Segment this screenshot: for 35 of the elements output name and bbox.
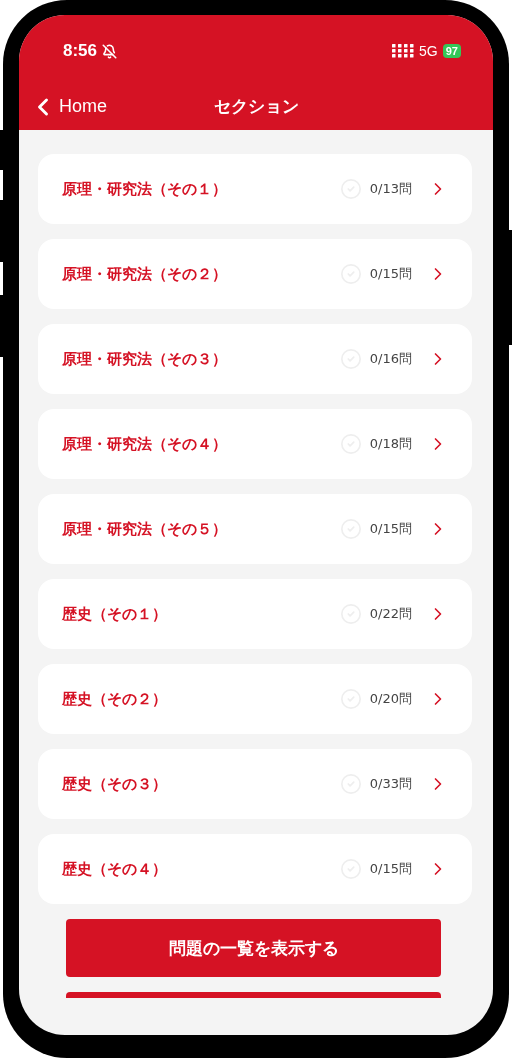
page-title: セクション <box>213 95 299 118</box>
section-title: 歴史（その２） <box>62 689 168 709</box>
section-title: 歴史（その３） <box>62 774 168 794</box>
section-item[interactable]: 歴史（その４） 0/15問 <box>38 834 472 904</box>
question-count: 0/13問 <box>369 180 412 198</box>
section-title: 歴史（その１） <box>62 604 168 624</box>
section-item[interactable]: 原理・研究法（その５） 0/15問 <box>38 494 472 564</box>
section-item[interactable]: 原理・研究法（その２） 0/15問 <box>38 239 472 309</box>
section-title: 原理・研究法（その５） <box>62 519 228 539</box>
muted-bell-icon <box>102 43 118 59</box>
section-title: 原理・研究法（その３） <box>62 349 228 369</box>
section-title: 歴史（その４） <box>62 859 168 879</box>
section-title: 原理・研究法（その４） <box>62 434 228 454</box>
show-list-button[interactable]: 問題の一覧を表示する <box>66 919 441 977</box>
question-count: 0/15問 <box>369 265 412 283</box>
section-item[interactable]: 歴史（その２） 0/20問 <box>38 664 472 734</box>
question-count: 0/15問 <box>369 520 412 538</box>
section-item[interactable]: 歴史（その１） 0/22問 <box>38 579 472 649</box>
section-title: 原理・研究法（その１） <box>62 179 228 199</box>
question-count: 0/18問 <box>369 435 412 453</box>
section-item[interactable]: 歴史（その３） 0/33問 <box>38 749 472 819</box>
section-item[interactable]: 原理・研究法（その３） 0/16問 <box>38 324 472 394</box>
question-count: 0/33問 <box>369 775 412 793</box>
battery-indicator: 97 <box>442 44 461 58</box>
section-item[interactable]: 原理・研究法（その１） 0/13問 <box>38 154 472 224</box>
section-title: 原理・研究法（その２） <box>62 264 228 284</box>
question-count: 0/20問 <box>369 690 412 708</box>
signal-icon <box>392 44 415 58</box>
section-item[interactable]: 原理・研究法（その４） 0/18問 <box>38 409 472 479</box>
question-count: 0/16問 <box>369 350 412 368</box>
question-count: 0/22問 <box>369 605 412 623</box>
question-count: 0/15問 <box>369 860 412 878</box>
network-label: 5G <box>419 43 438 59</box>
back-button[interactable]: Home <box>29 92 107 121</box>
status-time: 8:56 <box>63 41 98 61</box>
